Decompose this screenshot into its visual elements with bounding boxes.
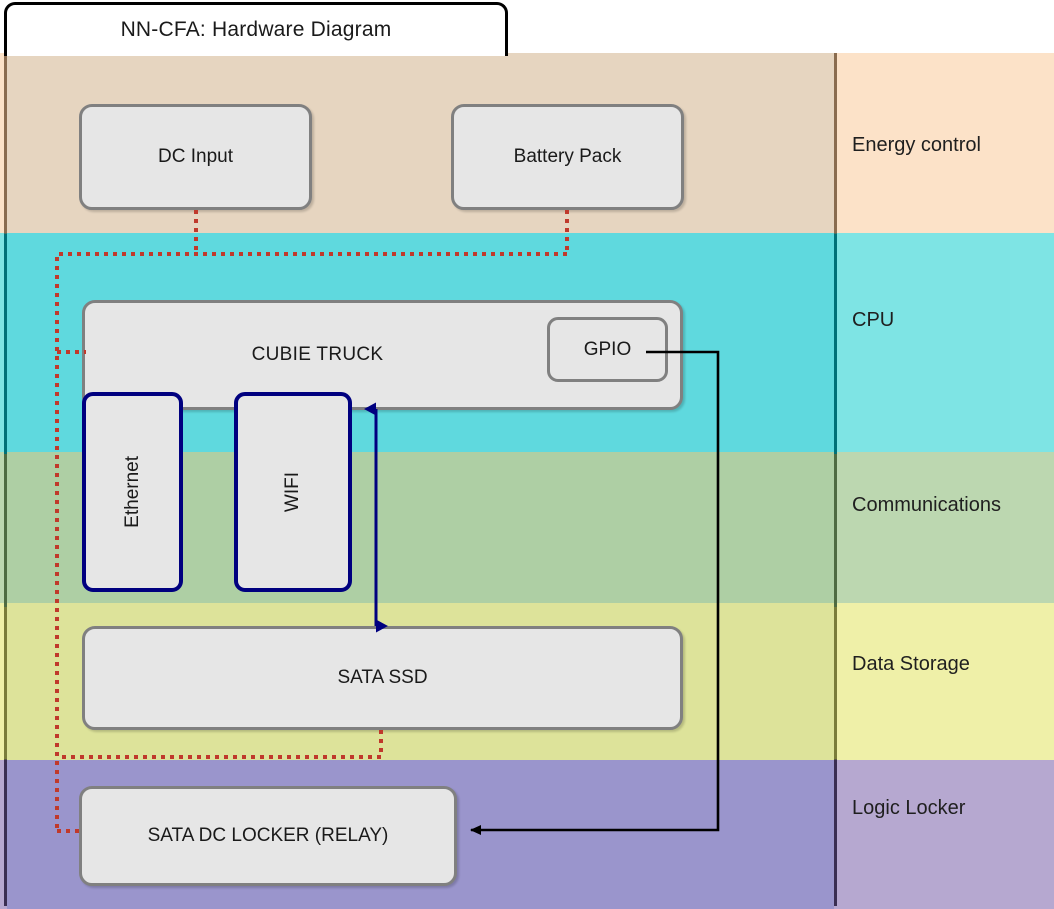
page-title: NN-CFA: Hardware Diagram [120,17,392,41]
node-sata-ssd-label: SATA SSD [337,667,428,688]
diagram-title-tab: NN-CFA: Hardware Diagram [4,2,508,56]
node-ethernet[interactable]: Ethernet [82,392,183,592]
band-label-cpu: CPU [852,309,895,331]
node-sata-ssd[interactable]: SATA SSD [82,626,683,730]
band-label-communications: Communications [852,494,1001,516]
band-label-data-storage: Data Storage [852,653,970,675]
band-label-energy-control: Energy control [852,134,981,156]
node-gpio-label: GPIO [583,338,632,360]
node-battery-pack-label: Battery Pack [513,146,622,167]
node-sata-dc-locker-label: SATA DC LOCKER (RELAY) [147,825,389,846]
band-label-logic-locker: Logic Locker [852,797,966,819]
node-wifi-label: WIFI [282,471,303,513]
node-dc-input-label: DC Input [158,146,233,167]
hardware-diagram-canvas: Energy control CPU Communications Data Stor… [0,0,1054,909]
node-sata-dc-locker[interactable]: SATA DC LOCKER (RELAY) [79,786,457,886]
node-gpio[interactable]: GPIO [547,317,668,382]
node-wifi[interactable]: WIFI [234,392,352,592]
node-ethernet-label: Ethernet [121,456,143,528]
node-dc-input[interactable]: DC Input [79,104,312,210]
node-battery-pack[interactable]: Battery Pack [451,104,684,210]
